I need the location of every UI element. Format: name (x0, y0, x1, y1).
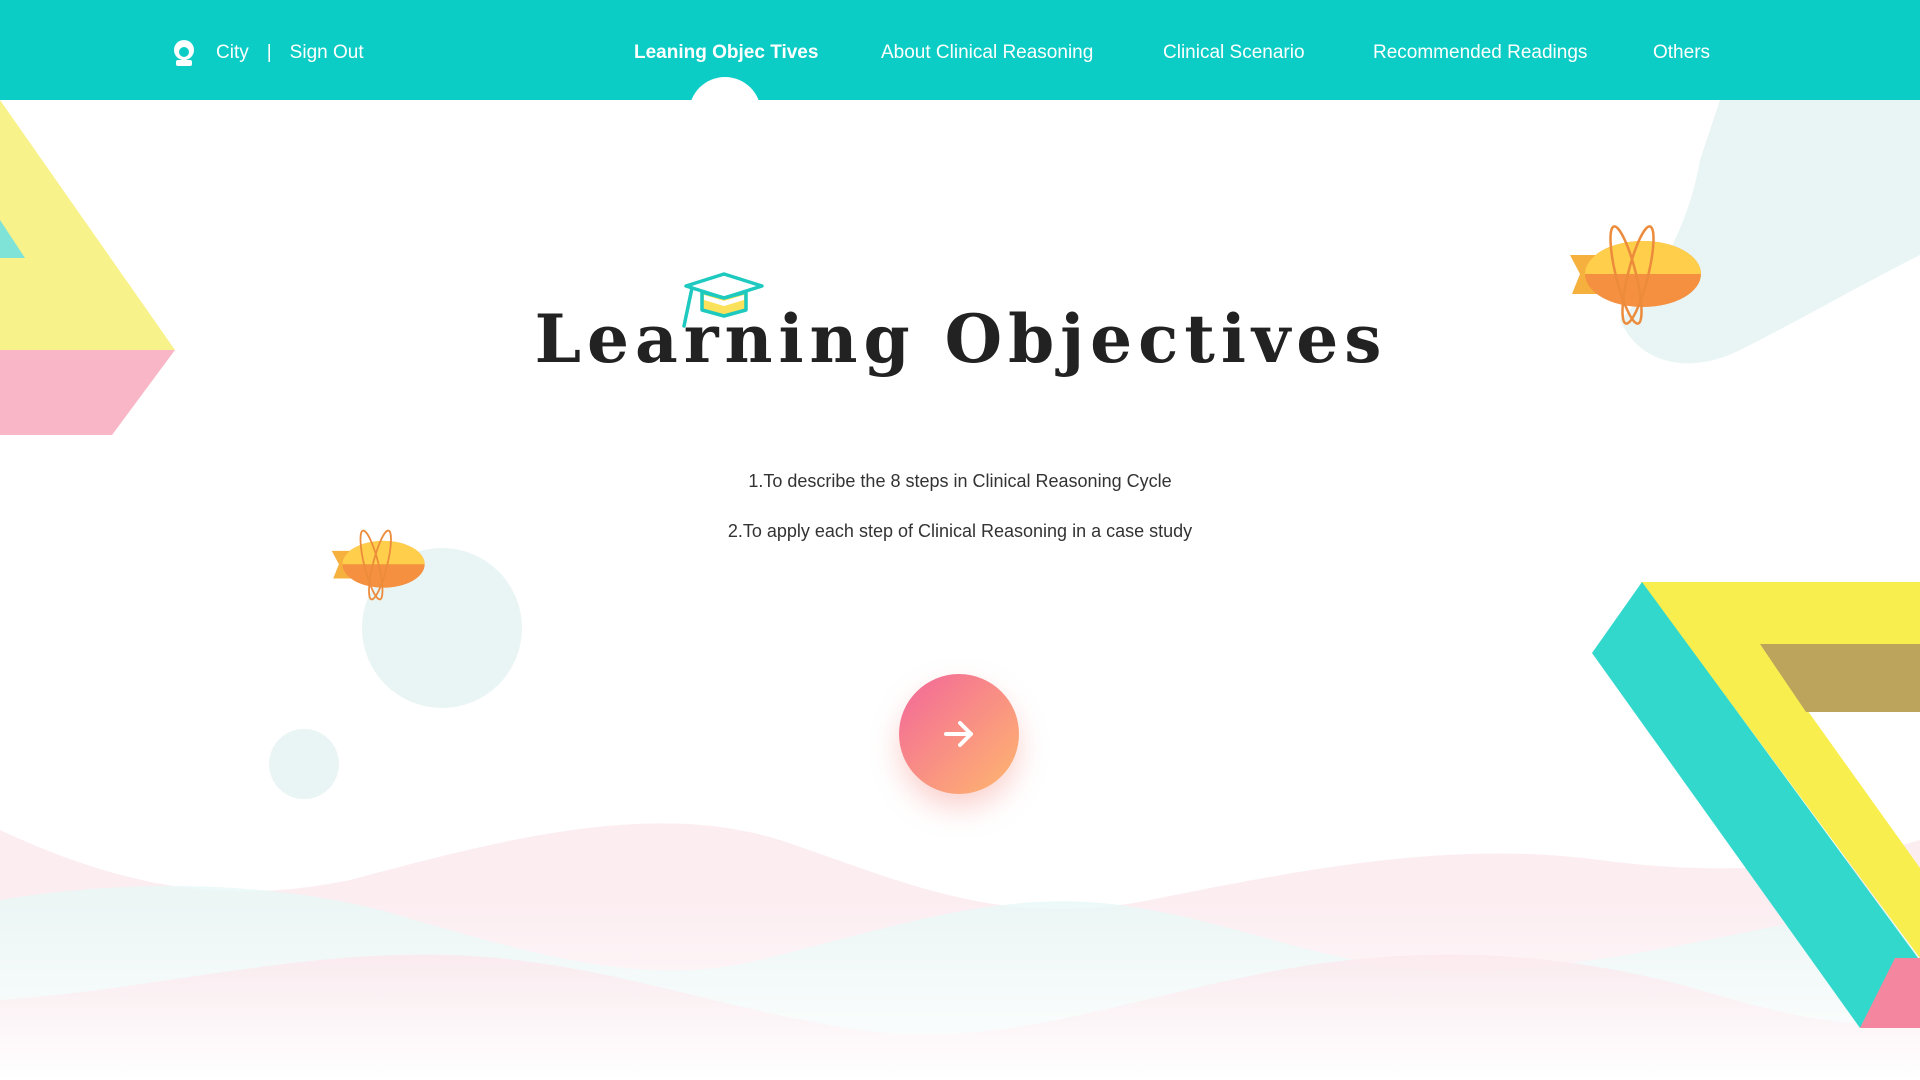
main-nav: Leaning Objec Tives About Clinical Reaso… (0, 38, 1920, 68)
page-title: Learning Objectives (534, 300, 1388, 378)
nav-item-recommended-readings[interactable]: Recommended Readings (1373, 38, 1587, 68)
arrow-right-icon (944, 721, 973, 747)
objective-item: 1.To describe the 8 steps in Clinical Re… (748, 471, 1172, 491)
graduation-cap-icon (682, 272, 764, 328)
top-navigation-bar: City | Sign Out Leaning Objec Tives Abou… (0, 0, 1920, 100)
page: City | Sign Out Leaning Objec Tives Abou… (0, 0, 1920, 1080)
title-wrapper: Learning Objectives (0, 300, 1920, 378)
objectives-list: 1.To describe the 8 steps in Clinical Re… (0, 470, 1920, 570)
nav-item-learning-objectives[interactable]: Leaning Objec Tives (634, 38, 818, 68)
nav-item-about-clinical-reasoning[interactable]: About Clinical Reasoning (881, 38, 1093, 68)
next-button[interactable] (899, 674, 1019, 794)
active-nav-indicator (689, 77, 761, 149)
objective-item: 2.To apply each step of Clinical Reasoni… (727, 521, 1193, 541)
nav-item-clinical-scenario[interactable]: Clinical Scenario (1163, 38, 1305, 68)
nav-item-others[interactable]: Others (1653, 38, 1710, 68)
